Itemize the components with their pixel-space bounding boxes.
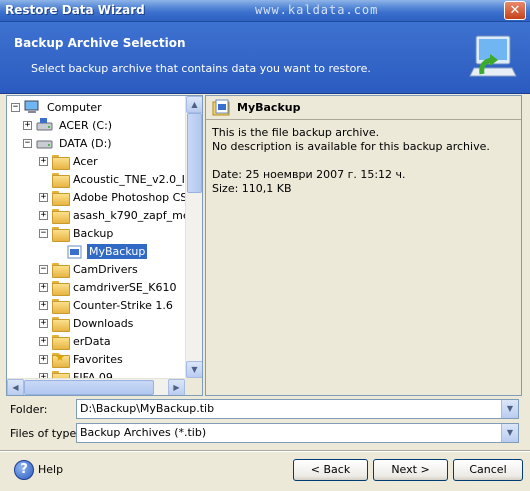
tree-item-label: ACER (C:): [59, 118, 113, 132]
tree-item-label: Acoustic_TNE_v2.0_Im: [73, 172, 196, 186]
archive-type-text: This is the file backup archive.: [212, 126, 380, 139]
tree-item-label: Favorites: [73, 352, 123, 366]
scroll-up-icon[interactable]: ▲: [186, 96, 202, 113]
tree-item-favorites[interactable]: + ★ Favorites: [39, 350, 123, 368]
help-icon[interactable]: ?: [14, 460, 34, 480]
file-type-value: Backup Archives (*.tib): [80, 426, 207, 439]
archive-date-text: Date: 25 ноември 2007 г. 15:12 ч.: [212, 168, 406, 181]
tree-item-label: Downloads: [73, 316, 134, 330]
tree-hscroll-thumb[interactable]: [24, 380, 154, 395]
file-type-label: Files of type:: [10, 427, 81, 440]
back-button[interactable]: < Back: [293, 459, 368, 481]
header-title: Backup Archive Selection: [14, 36, 186, 50]
tree-item-data-d[interactable]: − DATA (D:): [23, 134, 112, 152]
folder-icon: [52, 316, 70, 332]
tree-item-label: erData: [73, 334, 111, 348]
tree-horizontal-scrollbar[interactable]: ◀ ▶: [7, 378, 185, 395]
tree-vertical-scrollbar[interactable]: ▲ ▼: [185, 96, 202, 378]
scroll-right-icon[interactable]: ▶: [168, 379, 185, 395]
archive-info-header: MyBackup: [206, 96, 521, 120]
tree-item-label: CamDrivers: [73, 262, 138, 276]
tree-item-label: Computer: [47, 100, 102, 114]
tree-item-label: camdriverSE_K610: [73, 280, 177, 294]
collapse-icon[interactable]: −: [23, 138, 32, 148]
tree-item-label: asash_k790_zapf_mega: [73, 208, 203, 222]
expand-icon[interactable]: +: [39, 192, 48, 202]
tree-item-counter-strike-1-6[interactable]: + Counter-Strike 1.6: [39, 296, 173, 314]
tree-item-adobe-photoshop-cs3[interactable]: + Adobe Photoshop CS3: [39, 188, 194, 206]
footer-divider: [0, 450, 530, 452]
tree-item-downloads[interactable]: + Downloads: [39, 314, 133, 332]
folder-tree[interactable]: + FIFA 09 + ★ Favorites + erData + Downloads + Cou…: [6, 95, 203, 396]
tree-item-label: Backup: [73, 226, 114, 240]
scroll-down-icon[interactable]: ▼: [186, 361, 202, 378]
watermark-text: www.kaldata.com: [255, 3, 379, 17]
tree-item-asash-k790-zapf-mega[interactable]: + asash_k790_zapf_mega: [39, 206, 203, 224]
close-icon: ✕: [509, 3, 521, 18]
tree-item-mybackup[interactable]: MyBackup: [67, 242, 148, 260]
folder-icon: [52, 208, 70, 224]
favorites-folder-icon: ★: [52, 351, 70, 368]
tree-item-label: MyBackup: [87, 243, 148, 259]
expand-icon[interactable]: +: [39, 282, 48, 292]
tree-item-computer[interactable]: − Computer: [11, 98, 102, 116]
folder-icon: [52, 334, 70, 350]
header-subtitle: Select backup archive that contains data…: [31, 62, 371, 75]
wizard-header: Backup Archive Selection Select backup a…: [0, 22, 530, 94]
archive-description-text: No description is available for this bac…: [212, 140, 490, 153]
tree-item-camdriverse-k610[interactable]: + camdriverSE_K610: [39, 278, 177, 296]
folder-icon: [52, 172, 70, 188]
folder-icon: [52, 190, 70, 206]
tree-item-label: DATA (D:): [59, 136, 112, 150]
chevron-down-icon[interactable]: ▼: [501, 400, 518, 418]
folder-icon: [52, 298, 70, 314]
chevron-down-icon[interactable]: ▼: [501, 424, 518, 442]
tree-item-label: Acer: [73, 154, 98, 168]
scroll-left-icon[interactable]: ◀: [7, 379, 24, 395]
tree-vscroll-thumb[interactable]: [187, 113, 202, 193]
collapse-icon[interactable]: −: [39, 228, 48, 238]
tree-item-acoustic-tne-v2-0-im[interactable]: Acoustic_TNE_v2.0_Im: [52, 170, 196, 188]
expand-icon[interactable]: +: [23, 120, 32, 130]
folder-path-input[interactable]: D:\Backup\MyBackup.tib ▼: [76, 399, 519, 419]
archive-info-panel: MyBackup This is the file backup archive…: [205, 95, 522, 396]
expand-icon[interactable]: +: [39, 318, 48, 328]
folder-icon: [52, 262, 70, 278]
tree-item-backup[interactable]: − Backup: [39, 224, 113, 242]
expand-icon[interactable]: +: [39, 354, 48, 364]
collapse-icon[interactable]: −: [11, 102, 20, 112]
close-button[interactable]: ✕: [504, 1, 526, 20]
expand-icon[interactable]: +: [39, 336, 48, 346]
archive-size-text: Size: 110,1 KB: [212, 182, 292, 195]
restore-computer-icon: [469, 35, 517, 77]
tree-item-erdata[interactable]: + erData: [39, 332, 111, 350]
computer-icon: [24, 100, 39, 113]
tree-item-label: Counter-Strike 1.6: [73, 298, 173, 312]
archive-name: MyBackup: [237, 101, 301, 114]
folder-path-value: D:\Backup\MyBackup.tib: [80, 402, 215, 415]
tree-item-label: Adobe Photoshop CS3: [73, 190, 195, 204]
drive-icon: [36, 118, 53, 131]
next-button[interactable]: Next >: [373, 459, 448, 481]
help-link[interactable]: Help: [38, 463, 63, 476]
folder-icon: [52, 154, 70, 170]
archive-icon: [212, 99, 230, 115]
tree-item-acer-c[interactable]: + ACER (C:): [23, 116, 112, 134]
expand-icon[interactable]: +: [39, 156, 48, 166]
expand-icon[interactable]: +: [39, 300, 48, 310]
scroll-corner: [185, 378, 202, 395]
tree-item-camdrivers[interactable]: − CamDrivers: [39, 260, 138, 278]
drive-icon: [36, 140, 53, 149]
folder-icon: [52, 280, 70, 296]
file-type-select[interactable]: Backup Archives (*.tib) ▼: [76, 423, 519, 443]
expand-icon[interactable]: +: [39, 210, 48, 220]
collapse-icon[interactable]: −: [39, 264, 48, 274]
archive-icon: [67, 245, 82, 258]
folder-icon: [52, 226, 70, 242]
window-title: Restore Data Wizard: [5, 3, 145, 17]
title-bar: Restore Data Wizard www.kaldata.com ✕: [0, 0, 530, 22]
cancel-button[interactable]: Cancel: [453, 459, 523, 481]
folder-label: Folder:: [10, 403, 48, 416]
tree-item-acer[interactable]: + Acer: [39, 152, 98, 170]
